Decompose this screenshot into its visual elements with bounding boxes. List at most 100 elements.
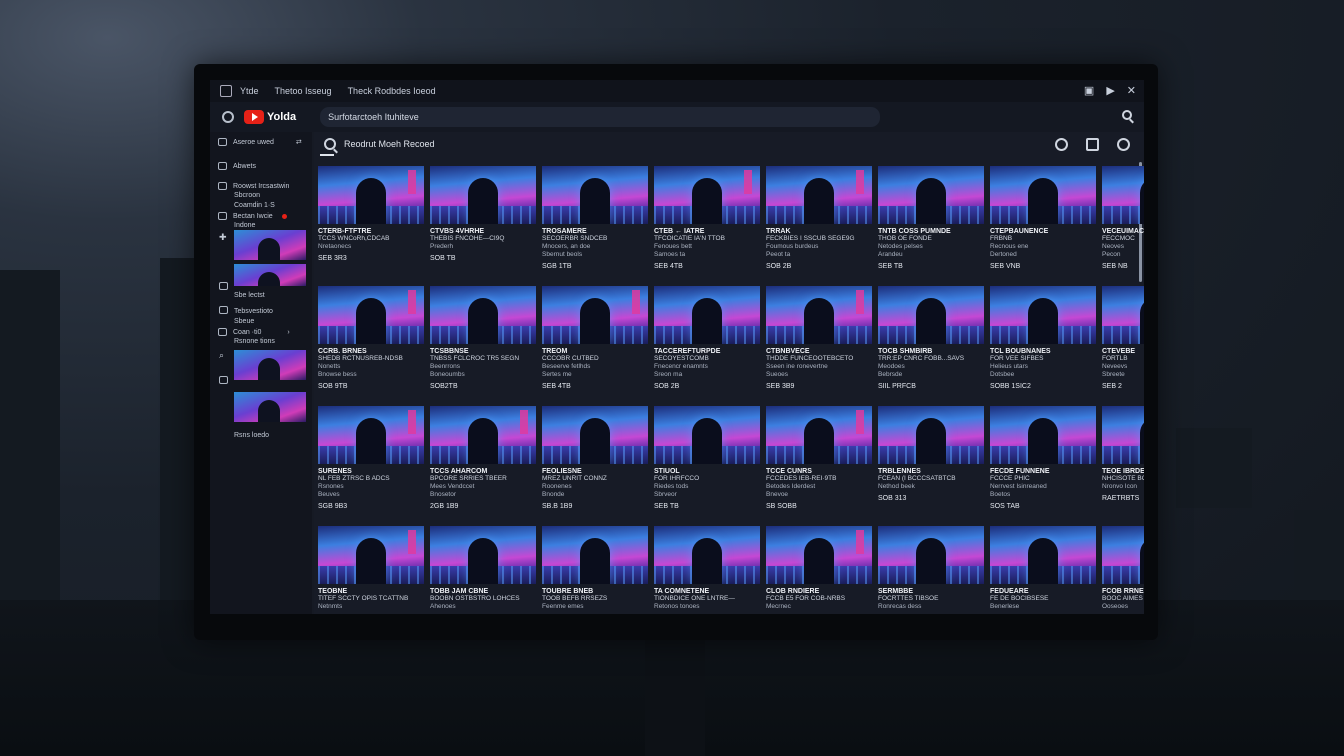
window-play-icon[interactable]: ▶ — [1106, 84, 1114, 97]
video-thumbnail[interactable] — [318, 166, 424, 224]
search-icon[interactable] — [1055, 138, 1068, 151]
sidebar-thumbnail[interactable] — [234, 230, 306, 260]
video-thumbnail[interactable] — [542, 526, 648, 584]
video-thumbnail[interactable] — [654, 406, 760, 464]
tab-label[interactable]: Ytde — [240, 86, 259, 96]
video-thumbnail[interactable] — [1102, 286, 1144, 344]
sidebar-subitem[interactable]: Rsns loedo — [234, 432, 269, 439]
video-card[interactable]: FEOLIESNE MREZ UNRIT CONNZ Roonenes Bnonde S… — [542, 406, 648, 526]
video-thumbnail[interactable] — [990, 166, 1096, 224]
video-card[interactable]: TEOBNE TITEF SCCTY OPIS TCATTNB Netnmts — [318, 526, 424, 614]
video-thumbnail[interactable] — [878, 406, 984, 464]
video-title[interactable]: CTERB-FTFTRE — [318, 228, 424, 235]
video-card[interactable]: VECEUIMAC FECCMOC Neoves Pecon SEB NB — [1102, 166, 1144, 286]
sidebar-subitem[interactable]: Coamdin 1·S — [234, 202, 275, 209]
video-card[interactable]: SERMBBE FOCRTTES TIBSOE Ronrecas dess — [878, 526, 984, 614]
video-card[interactable]: CCRB. BRNES SHEDB RCTNUSREB-NDSB Nonetts Bn… — [318, 286, 424, 406]
video-title[interactable]: TROSAMERE — [542, 228, 648, 235]
video-title[interactable]: TCCS AHARCOM — [430, 468, 536, 475]
video-title[interactable]: FEOLIESNE — [542, 468, 648, 475]
chevron-right-icon[interactable]: › — [287, 329, 289, 336]
video-title[interactable]: TOCB SHMBIRB — [878, 348, 984, 355]
video-thumbnail[interactable] — [878, 166, 984, 224]
video-thumbnail[interactable] — [318, 406, 424, 464]
video-title[interactable]: STIUOL — [654, 468, 760, 475]
video-thumbnail[interactable] — [318, 286, 424, 344]
video-card[interactable]: TACCEREFTURPDE SECOYESTCOMB Fnecencr enamn… — [654, 286, 760, 406]
video-title[interactable]: VECEUIMAC — [1102, 228, 1144, 235]
sidebar-subitem[interactable]: Sbeue — [234, 318, 254, 325]
video-title[interactable]: SURENES — [318, 468, 424, 475]
video-card[interactable]: TCSBBNSE TNBSS FCLCROC TR5 SEGN Beenrrons B… — [430, 286, 536, 406]
video-card[interactable]: TREOM CCCOBR CUTBED Beseerve fetlhds Sertes… — [542, 286, 648, 406]
video-thumbnail[interactable] — [430, 526, 536, 584]
video-title[interactable]: TEOBNE — [318, 588, 424, 595]
search-input[interactable] — [320, 107, 881, 127]
search-icon[interactable] — [1122, 110, 1132, 120]
video-card[interactable]: TNTB COSS PUMNDE THOB OE FONDE Netodes pel… — [878, 166, 984, 286]
logo[interactable]: Yolda — [244, 110, 296, 124]
sidebar-subitem[interactable]: Rsnone tions — [234, 338, 275, 345]
sidebar-item-bectan[interactable]: Bectan Iwcie — [218, 212, 287, 220]
video-card[interactable]: CLOB RNDIERE FCCB E5 FOR COB-NRBS Mecrnec — [766, 526, 872, 614]
video-card[interactable]: TOBB JAM CBNE BOOBN OSTBSTRO LOHCES Ahenoe… — [430, 526, 536, 614]
video-thumbnail[interactable] — [654, 286, 760, 344]
sidebar-thumbnail[interactable] — [234, 350, 306, 380]
video-thumbnail[interactable] — [766, 286, 872, 344]
video-thumbnail[interactable] — [766, 406, 872, 464]
video-thumbnail[interactable] — [766, 166, 872, 224]
puzzle-icon[interactable]: ✚ — [219, 232, 227, 243]
sidebar-subitem[interactable]: Tebsvestioto — [234, 308, 273, 315]
video-card[interactable]: SURENES NL FEB ZTRSC B ADCS Rsnones Beuves S… — [318, 406, 424, 526]
video-title[interactable]: CTBNBVECE — [766, 348, 872, 355]
close-icon[interactable]: ✕ — [1127, 84, 1136, 97]
video-card[interactable]: STIUOL FOR IHRFCCO Riedes tods Sbrveor SEB T… — [654, 406, 760, 526]
video-card[interactable]: TCL BOUBNANES FOR VEE SIFBES Helieus utars… — [990, 286, 1096, 406]
video-thumbnail[interactable] — [430, 166, 536, 224]
video-card[interactable]: TEOE IBRDESNHCISOTE BONTENronvo Icon RAET… — [1102, 406, 1144, 526]
video-card[interactable]: TOCB SHMBIRB TRR:EP CNRC FOBB...SAVS Meodo… — [878, 286, 984, 406]
video-title[interactable]: TA COMNETENE — [654, 588, 760, 595]
video-title[interactable]: TRRAK — [766, 228, 872, 235]
video-title[interactable]: TACCEREFTURPDE — [654, 348, 760, 355]
video-title[interactable]: CCRB. BRNES — [318, 348, 424, 355]
video-card[interactable]: CTEB ← IATRE TFCOICATIE IA'N TTOB Fenoues … — [654, 166, 760, 286]
video-card[interactable]: TRBLENNES FCEAN (I BCCCSATBTCB Nethod beek… — [878, 406, 984, 526]
video-thumbnail[interactable] — [430, 286, 536, 344]
video-title[interactable]: TREOM — [542, 348, 648, 355]
video-card[interactable]: CTEVEBE FORTLB Neveevs Sbreete SEB 2 — [1102, 286, 1144, 406]
sidebar-subitem[interactable]: Indone — [234, 222, 255, 229]
video-card[interactable]: FEDUEARE FE DE BOCIBSESE Benerlese — [990, 526, 1096, 614]
search-icon[interactable] — [1117, 138, 1130, 151]
video-thumbnail[interactable] — [1102, 406, 1144, 464]
library-icon[interactable] — [219, 306, 228, 314]
search-sidebar-icon[interactable]: ⌕ — [219, 350, 224, 361]
video-thumbnail[interactable] — [430, 406, 536, 464]
video-title[interactable]: TCSBBNSE — [430, 348, 536, 355]
sidebar-header[interactable]: Aseroe uwed ⇄ — [218, 138, 302, 146]
video-title[interactable]: CTEB ← IATRE — [654, 228, 760, 235]
video-card[interactable]: FCOB RRNES BOOC AIMES Ooseoes — [1102, 526, 1144, 614]
video-thumbnail[interactable] — [542, 286, 648, 344]
video-title[interactable]: TCL BOUBNANES — [990, 348, 1096, 355]
bag-icon[interactable] — [1086, 138, 1099, 151]
sidebar-subitem[interactable]: Sbcroon — [234, 192, 260, 199]
video-card[interactable]: CTBNBVECE THDDE FUNCEOOTEBCETO Sseen ine r… — [766, 286, 872, 406]
video-title[interactable]: FECDE FUNNENE — [990, 468, 1096, 475]
settings-icon[interactable] — [222, 111, 234, 123]
video-title[interactable]: CTEVEBE — [1102, 348, 1144, 355]
video-card[interactable]: TRRAK FECKBIES I SSCUB SEGE9G Foumous burd… — [766, 166, 872, 286]
window-pin-icon[interactable]: ▣ — [1084, 84, 1094, 97]
video-title[interactable]: FCOB RRNES — [1102, 588, 1144, 595]
video-card[interactable]: TOUBRE BNEB TOOB BEFB RRSEZS Feenme emes — [542, 526, 648, 614]
sidebar-subitem[interactable]: Sbe lectst — [234, 292, 265, 299]
video-title[interactable]: CTEPBAUNENCE — [990, 228, 1096, 235]
video-card[interactable]: TROSAMERE SECOERBR SNDCEB Mnocers, an doe S… — [542, 166, 648, 286]
video-thumbnail[interactable] — [542, 406, 648, 464]
video-thumbnail[interactable] — [1102, 526, 1144, 584]
video-thumbnail[interactable] — [318, 526, 424, 584]
video-thumbnail[interactable] — [542, 166, 648, 224]
video-thumbnail[interactable] — [990, 406, 1096, 464]
video-title[interactable]: TRBLENNES — [878, 468, 984, 475]
sidebar-item-coan[interactable]: Coan ·ti0 › — [218, 328, 290, 336]
